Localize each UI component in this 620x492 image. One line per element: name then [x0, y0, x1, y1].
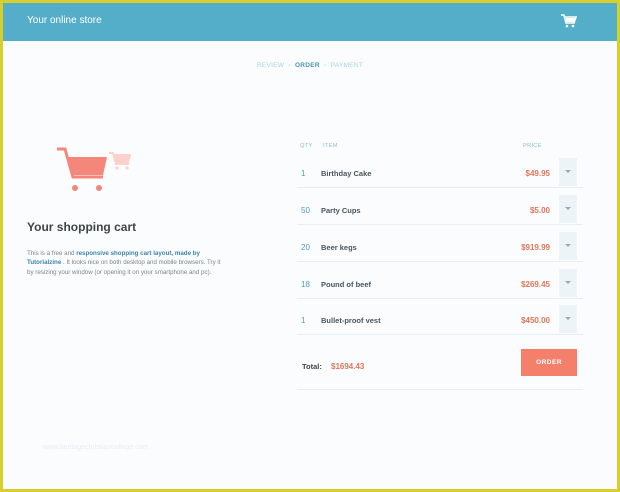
step-payment[interactable]: PAYMENT	[331, 62, 364, 69]
row-price: $450.00	[521, 316, 550, 325]
total-label: Total:	[302, 362, 322, 371]
table-row: 18 Pound of beef $269.45	[297, 269, 583, 299]
row-qty: 50	[301, 206, 310, 215]
step-order[interactable]: ORDER	[295, 62, 320, 69]
chevron-down-icon	[565, 281, 571, 284]
desc-prefix: This is a free and	[27, 250, 77, 257]
step-separator: ›	[288, 62, 291, 69]
chevron-down-icon	[565, 170, 571, 173]
page-title: Your shopping cart	[27, 220, 137, 234]
chevron-down-icon	[565, 317, 571, 320]
shopping-cart-icon[interactable]	[561, 14, 578, 28]
row-qty: 20	[301, 243, 310, 252]
checkout-steps: REVIEW › ORDER › PAYMENT	[3, 62, 617, 69]
row-dropdown-button[interactable]	[559, 195, 577, 223]
row-price: $49.95	[525, 169, 550, 178]
total-value: $1694.43	[331, 362, 365, 371]
qty-header: QTY	[300, 143, 313, 149]
watermark: www.heritagechristiancollege.com	[43, 444, 149, 451]
app-window: Your online store REVIEW › ORDER › PAYME…	[0, 0, 620, 492]
chevron-down-icon	[565, 244, 571, 247]
row-qty: 1	[301, 169, 306, 178]
store-title[interactable]: Your online store	[27, 15, 102, 26]
row-item: Pound of beef	[321, 280, 371, 289]
table-row: 1 Bullet-proof vest $450.00	[297, 305, 583, 335]
shopping-cart-illustration	[55, 141, 139, 197]
cart-description: This is a free and responsive shopping c…	[27, 249, 227, 277]
row-item: Party Cups	[321, 206, 361, 215]
row-dropdown-button[interactable]	[559, 269, 577, 297]
order-button[interactable]: ORDER	[521, 349, 577, 376]
row-price: $5.00	[529, 206, 550, 215]
table-row: 1 Birthday Cake $49.95	[297, 158, 583, 188]
row-dropdown-button[interactable]	[559, 232, 577, 260]
table-row: 20 Beer kegs $919.99	[297, 232, 583, 262]
row-price: $919.99	[521, 243, 550, 252]
item-header: ITEM	[323, 143, 338, 149]
chevron-down-icon	[565, 207, 571, 210]
divider	[297, 389, 583, 390]
row-qty: 1	[301, 316, 306, 325]
row-dropdown-button[interactable]	[559, 305, 577, 333]
table-row: 50 Party Cups $5.00	[297, 195, 583, 225]
price-header: PRICE	[523, 143, 542, 149]
row-item: Birthday Cake	[321, 169, 372, 178]
row-dropdown-button[interactable]	[559, 158, 577, 186]
top-bar: Your online store	[3, 3, 617, 41]
row-price: $269.45	[521, 280, 550, 289]
step-review[interactable]: REVIEW	[257, 62, 284, 69]
row-item: Beer kegs	[321, 243, 357, 252]
row-qty: 18	[301, 280, 310, 289]
step-separator: ›	[324, 62, 327, 69]
row-item: Bullet-proof vest	[321, 316, 381, 325]
